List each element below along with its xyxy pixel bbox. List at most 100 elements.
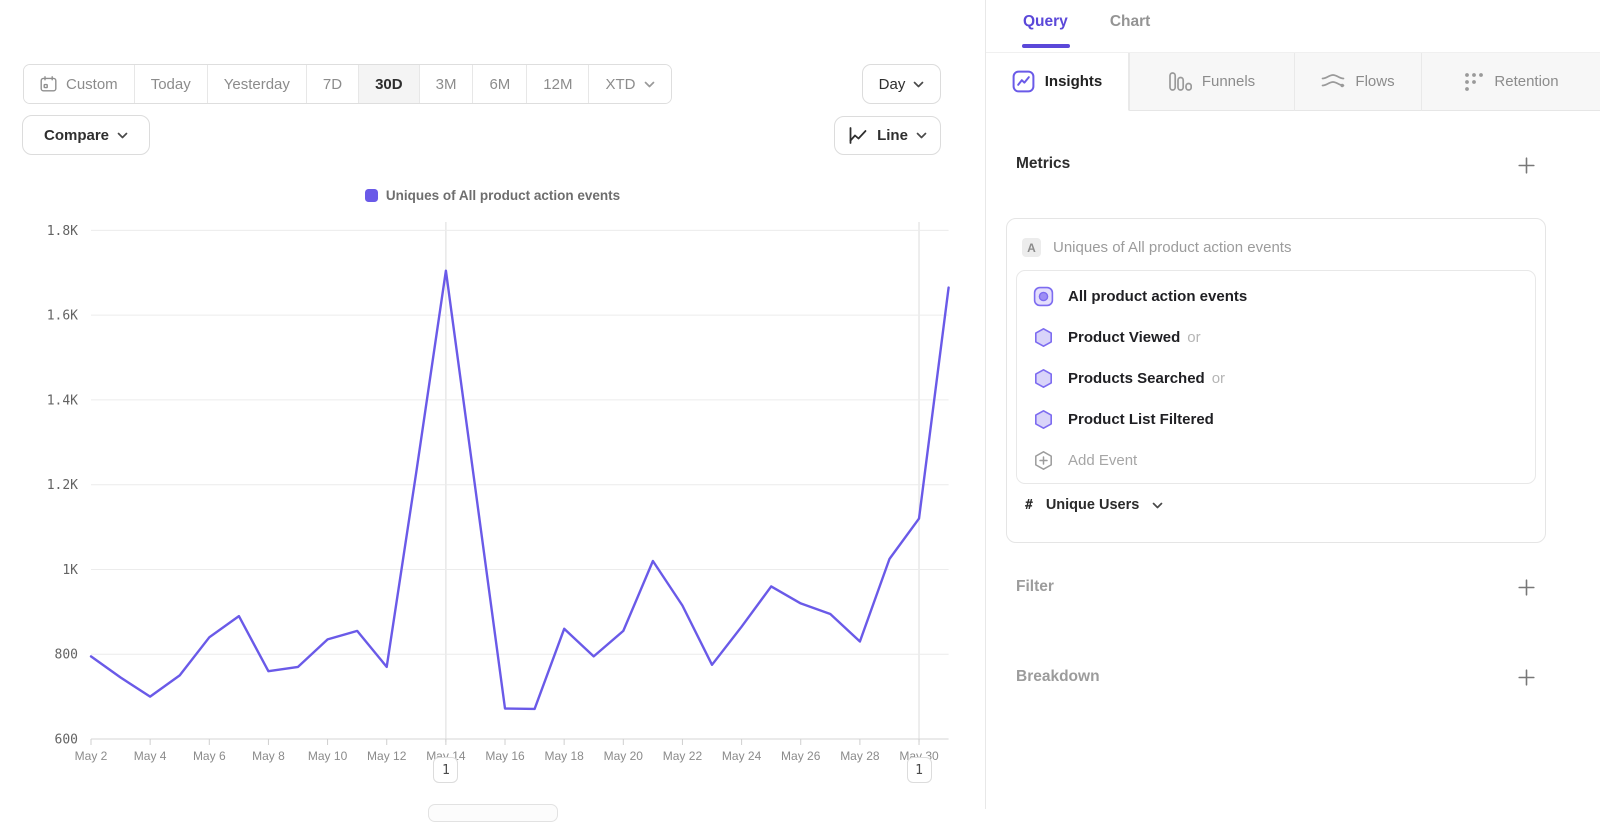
chevron-down-icon xyxy=(913,81,924,88)
range-button-xtd[interactable]: XTD xyxy=(589,65,671,103)
event-row[interactable]: Product Viewed or xyxy=(1017,317,1535,358)
granularity-label: Day xyxy=(879,76,906,93)
y-axis-tick-label: 1.2K xyxy=(47,478,78,493)
y-axis-tick-label: 600 xyxy=(55,733,78,748)
x-axis-tick-label: May 12 xyxy=(367,749,407,763)
chart-type-button[interactable]: Line xyxy=(834,116,941,155)
annotation-badge[interactable]: 1 xyxy=(433,757,458,783)
x-axis-tick-label: May 2 xyxy=(75,749,108,763)
range-button-custom[interactable]: Custom xyxy=(24,65,135,103)
range-label: 30D xyxy=(375,76,403,93)
granularity-button[interactable]: Day xyxy=(862,64,941,104)
event-row[interactable]: All product action events xyxy=(1017,276,1535,317)
insights-icon xyxy=(1012,70,1035,93)
chevron-down-icon xyxy=(644,81,655,88)
event-operator-label: or xyxy=(1212,370,1225,387)
tab-funnels[interactable]: Funnels xyxy=(1129,53,1294,111)
x-axis-tick-label: May 6 xyxy=(193,749,226,763)
calendar-icon xyxy=(40,76,57,92)
metric-card: A Uniques of All product action events A… xyxy=(1006,218,1546,543)
range-button-7d[interactable]: 7D xyxy=(307,65,359,103)
report-type-tabs: Insights Funnels Flows Retention xyxy=(986,52,1600,111)
x-axis-tick-label: May 4 xyxy=(134,749,167,763)
range-label: Yesterday xyxy=(224,76,290,93)
range-button-yesterday[interactable]: Yesterday xyxy=(208,65,307,103)
panel-tab-query[interactable]: Query xyxy=(1023,13,1068,31)
metric-group-title: Uniques of All product action events xyxy=(1053,239,1291,256)
number-icon: # xyxy=(1025,498,1033,513)
section-filter: Filter xyxy=(1016,578,1535,596)
range-button-12m[interactable]: 12M xyxy=(527,65,589,103)
event-label: Product Viewed xyxy=(1068,329,1180,346)
tab-label: Funnels xyxy=(1202,73,1255,90)
x-axis-tick-label: May 10 xyxy=(308,749,348,763)
flows-icon xyxy=(1321,73,1345,91)
annotation-badge[interactable]: 1 xyxy=(907,757,932,783)
x-axis-tick-label: May 26 xyxy=(781,749,821,763)
query-panel: Query Chart Insights Funnels Flows Retention… xyxy=(985,0,1600,809)
chart-pane: CustomTodayYesterday7D30D3M6M12MXTD Day … xyxy=(0,0,985,809)
tab-flows[interactable]: Flows xyxy=(1294,53,1421,111)
retention-icon xyxy=(1464,72,1484,92)
event-list-card: All product action events Product Viewed o… xyxy=(1016,270,1536,484)
section-heading: Breakdown xyxy=(1016,668,1100,686)
metric-group-header[interactable]: A Uniques of All product action events xyxy=(1022,238,1291,257)
x-axis-tick-label: May 18 xyxy=(544,749,584,763)
add-event-row[interactable]: Add Event xyxy=(1017,440,1535,481)
range-button-today[interactable]: Today xyxy=(135,65,208,103)
x-axis-tick-label: May 22 xyxy=(663,749,703,763)
range-button-30d[interactable]: 30D xyxy=(359,65,420,103)
event-label: Product List Filtered xyxy=(1068,411,1214,428)
line-chart-icon xyxy=(848,126,869,145)
metric-letter-badge: A xyxy=(1022,238,1041,257)
hexagon-icon xyxy=(1033,327,1054,348)
add-metric-button[interactable] xyxy=(1518,157,1535,174)
range-label: XTD xyxy=(605,76,635,93)
add-event-icon xyxy=(1033,450,1054,471)
active-tab-underline xyxy=(1022,44,1070,48)
add-breakdown-button[interactable] xyxy=(1518,669,1535,686)
x-axis-tick-label: May 16 xyxy=(485,749,525,763)
event-row[interactable]: Product List Filtered xyxy=(1017,399,1535,440)
event-all-icon xyxy=(1033,286,1054,307)
event-row[interactable]: Products Searched or xyxy=(1017,358,1535,399)
x-axis-tick-label: May 24 xyxy=(722,749,762,763)
event-operator-label: or xyxy=(1187,329,1200,346)
compare-label: Compare xyxy=(44,127,109,144)
range-label: 12M xyxy=(543,76,572,93)
x-axis-tick-label: May 28 xyxy=(840,749,880,763)
y-axis-tick-label: 1.4K xyxy=(47,393,78,408)
metrics-heading: Metrics xyxy=(1016,155,1070,173)
event-label: All product action events xyxy=(1068,288,1247,305)
range-label: 3M xyxy=(436,76,457,93)
y-axis-tick-label: 1.6K xyxy=(47,309,78,324)
section-heading: Filter xyxy=(1016,578,1054,596)
y-axis-tick-label: 800 xyxy=(55,648,78,663)
event-label: Add Event xyxy=(1068,452,1137,469)
range-label: Custom xyxy=(66,76,118,93)
legend-swatch xyxy=(365,189,378,202)
chart-line xyxy=(91,271,949,709)
tab-label: Insights xyxy=(1045,73,1103,90)
tab-label: Retention xyxy=(1494,73,1558,90)
annotation-tooltip-partial xyxy=(428,804,558,822)
chart-legend: Uniques of All product action events xyxy=(0,188,985,203)
x-axis-tick-label: May 8 xyxy=(252,749,285,763)
range-button-6m[interactable]: 6M xyxy=(473,65,527,103)
add-filter-button[interactable] xyxy=(1518,579,1535,596)
aggregation-selector[interactable]: # Unique Users xyxy=(1025,497,1163,513)
funnels-icon xyxy=(1169,72,1192,91)
tab-retention[interactable]: Retention xyxy=(1421,53,1600,111)
legend-label: Uniques of All product action events xyxy=(386,188,620,203)
tab-insights[interactable]: Insights xyxy=(986,53,1129,111)
panel-tab-chart[interactable]: Chart xyxy=(1110,13,1150,31)
range-button-3m[interactable]: 3M xyxy=(420,65,474,103)
event-label: Products Searched xyxy=(1068,370,1205,387)
aggregation-label: Unique Users xyxy=(1046,497,1139,513)
range-label: 7D xyxy=(323,76,342,93)
y-axis-tick-label: 1.8K xyxy=(47,224,78,239)
compare-button[interactable]: Compare xyxy=(22,115,150,155)
chevron-down-icon xyxy=(1152,502,1163,509)
chevron-down-icon xyxy=(916,132,927,139)
panel-header-tabs: Query Chart xyxy=(1023,13,1150,31)
